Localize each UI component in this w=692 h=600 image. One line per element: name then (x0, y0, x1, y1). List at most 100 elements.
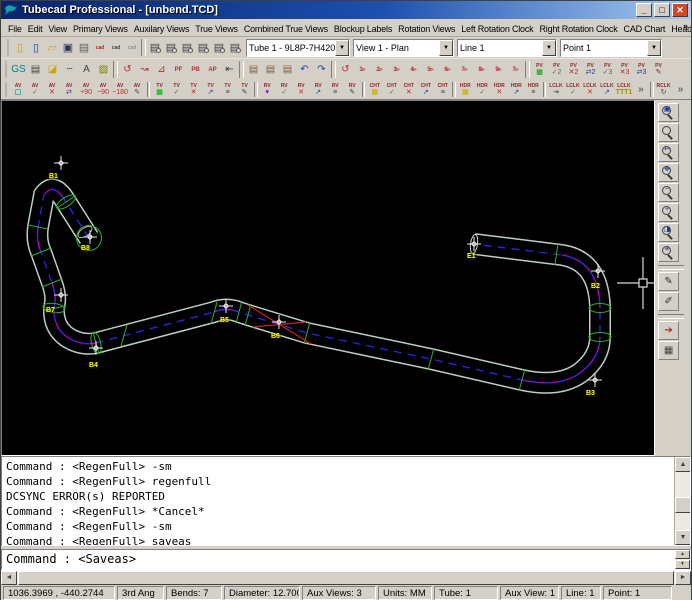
line-select[interactable]: Line 1 ▼ (457, 38, 557, 57)
av-edit-icon[interactable]: AV ✎ (129, 81, 146, 99)
redo-button[interactable]: ↷ (313, 61, 330, 79)
menu-rotation-views[interactable]: Rotation Views (395, 22, 458, 36)
pv-swap3-icon[interactable]: PV ⇄3 (633, 61, 650, 79)
scroll-down-icon[interactable]: ▼ (675, 530, 690, 545)
bend-rotate-icon[interactable]: ↺ (337, 61, 354, 79)
command-history[interactable]: Command : <RegenFull> -sm Command : <Rege… (1, 456, 691, 546)
clipboard-3-icon[interactable]: ▤ (279, 61, 296, 79)
pv-check3-icon[interactable]: PV ✓3 (599, 61, 616, 79)
zoom-window-button[interactable] (658, 123, 680, 142)
clipboard-2-icon[interactable]: ▤ (262, 61, 279, 79)
cad-red-icon[interactable]: cad (92, 39, 108, 57)
zoom-in-button[interactable]: + (658, 203, 680, 222)
tv-goto-icon[interactable]: TV ↗ (202, 81, 219, 99)
bend-3-icon[interactable]: 3▹ (388, 61, 405, 79)
point-select-arrow-icon[interactable]: ▼ (647, 39, 661, 56)
lclk-more-button[interactable]: » (632, 81, 649, 99)
zoom-out-button[interactable]: − (658, 183, 680, 202)
rv-delete-icon[interactable]: RV ✕ (293, 81, 310, 99)
zoom-selected-button[interactable]: ◨ (658, 223, 680, 242)
doc-tool-icon[interactable]: ▤ (27, 61, 44, 79)
pv-new-icon[interactable]: PV ▦ (531, 61, 548, 79)
drawing-canvas[interactable]: B1 B8 B7 B4 B5 B6 B3 B2 E1 (1, 100, 656, 456)
tube-select[interactable]: Tube 1 - 9L8P-7H420-BD▼ (246, 38, 350, 57)
cht-check-icon[interactable]: CHT ✓ (383, 81, 400, 99)
preview-doc-2-icon[interactable]: ▤ (163, 39, 179, 57)
gs-tool-icon[interactable]: GS (10, 61, 27, 79)
line-select-arrow-icon[interactable]: ▼ (542, 39, 556, 56)
menu-edit[interactable]: Edit (25, 22, 46, 36)
menu-true-views[interactable]: True Views (192, 22, 241, 36)
cht-new-icon[interactable]: CHT ▦ (366, 81, 383, 99)
menu-blockup-labels[interactable]: Blockup Labels (331, 22, 395, 36)
preview-doc-1-icon[interactable]: ▤ (147, 39, 163, 57)
preview-doc-4-icon[interactable]: ▤ (195, 39, 211, 57)
ap-tool-icon[interactable]: AP (204, 61, 221, 79)
toolbar-grip[interactable] (5, 61, 8, 78)
hdr-new-icon[interactable]: HDR ▦ (457, 81, 474, 99)
menu-left-rotation-clock[interactable]: Left Rotation Clock (458, 22, 536, 36)
toolbar-grip[interactable] (5, 82, 8, 97)
zoom-dynamic-button[interactable]: ✳ (658, 243, 680, 262)
close-button[interactable]: ✕ (672, 3, 688, 17)
view-select-arrow-icon[interactable]: ▼ (439, 39, 453, 56)
dashline-tool-icon[interactable]: ┄ (61, 61, 78, 79)
menu-overflow-chevron[interactable]: » (683, 21, 688, 31)
bend-6-icon[interactable]: 6▹ (439, 61, 456, 79)
rv-list-icon[interactable]: RV ≡ (327, 81, 344, 99)
menu-file[interactable]: File (5, 22, 25, 36)
angle-tool-icon[interactable]: ↝ (136, 61, 153, 79)
spin-down-icon[interactable]: ▼ (675, 560, 690, 569)
hdr-list-icon[interactable]: HDR ≡ (525, 81, 542, 99)
bend-4-icon[interactable]: 4▹ (405, 61, 422, 79)
tube-select-arrow-icon[interactable]: ▼ (335, 39, 349, 56)
hdr-check-icon[interactable]: HDR ✓ (474, 81, 491, 99)
av-minus90-icon[interactable]: AV −90 (95, 81, 112, 99)
rv-check-icon[interactable]: RV ✓ (276, 81, 293, 99)
cht-delete-icon[interactable]: CHT ✕ (400, 81, 417, 99)
menu-primary-views[interactable]: Primary Views (70, 22, 131, 36)
menu-right-rotation-clock[interactable]: Right Rotation Clock (536, 22, 620, 36)
pv-delete3-icon[interactable]: PV ✕3 (616, 61, 633, 79)
command-input[interactable] (6, 552, 670, 566)
pv-edit-icon[interactable]: PV ✎ (650, 61, 667, 79)
bend-7-icon[interactable]: 7▹ (456, 61, 473, 79)
cad-gray-icon[interactable]: cad (108, 39, 124, 57)
scroll-left-icon[interactable]: ◄ (1, 571, 17, 585)
text-tool-icon[interactable]: A (78, 61, 95, 79)
save-icon[interactable]: ▣ (60, 39, 76, 57)
menu-cad-chart[interactable]: CAD Chart (621, 22, 669, 36)
bend-5-icon[interactable]: 5▹ (422, 61, 439, 79)
av-delete-icon[interactable]: AV ✕ (44, 81, 61, 99)
spin-up-icon[interactable]: ▲ (675, 550, 690, 559)
scroll-up-icon[interactable]: ▲ (675, 457, 690, 472)
dimension-grid-button[interactable]: ▦ (658, 341, 680, 360)
new-document-icon[interactable]: ▯ (12, 39, 28, 57)
cad-outline-icon[interactable]: cad (124, 39, 140, 57)
tv-new-icon[interactable]: TV ▦ (151, 81, 168, 99)
preview-doc-5-icon[interactable]: ▤ (211, 39, 227, 57)
pv-delete2-icon[interactable]: PV ✕2 (565, 61, 582, 79)
bend-2-icon[interactable]: 2▹ (371, 61, 388, 79)
eraser-tool-icon[interactable]: ◪ (44, 61, 61, 79)
sweep-button[interactable]: ✐ (658, 292, 680, 311)
hatch-tool-icon[interactable]: ▨ (95, 61, 112, 79)
hdr-delete-icon[interactable]: HDR ✕ (491, 81, 508, 99)
bend-8-icon[interactable]: 8▹ (473, 61, 490, 79)
lclk-delete-icon[interactable]: LCLK ✕ (581, 81, 598, 99)
av-plus90-icon[interactable]: AV +90 (78, 81, 95, 99)
bend-9-icon[interactable]: 9▹ (490, 61, 507, 79)
tv-check-icon[interactable]: TV ✓ (168, 81, 185, 99)
rclk-new-icon[interactable]: RCLK ↻ (655, 81, 672, 99)
tv-list-icon[interactable]: TV ≡ (219, 81, 236, 99)
measure-tool-icon[interactable]: ⇤ (221, 61, 238, 79)
rv-edit-icon[interactable]: RV ✎ (344, 81, 361, 99)
rclk-more-button[interactable]: » (672, 81, 689, 99)
horizontal-scrollbar[interactable]: ◄ ► (1, 570, 691, 585)
undo-button[interactable]: ↶ (296, 61, 313, 79)
pan-button[interactable]: ✎ (658, 272, 680, 291)
title-bar[interactable]: Tubecad Professional - [unbend.TCD] _ □ ✕ (1, 1, 691, 19)
av-minus180-icon[interactable]: AV −180 (112, 81, 129, 99)
rotate-tool-icon[interactable]: ↺ (119, 61, 136, 79)
pv-swap2-icon[interactable]: PV ⇄2 (582, 61, 599, 79)
